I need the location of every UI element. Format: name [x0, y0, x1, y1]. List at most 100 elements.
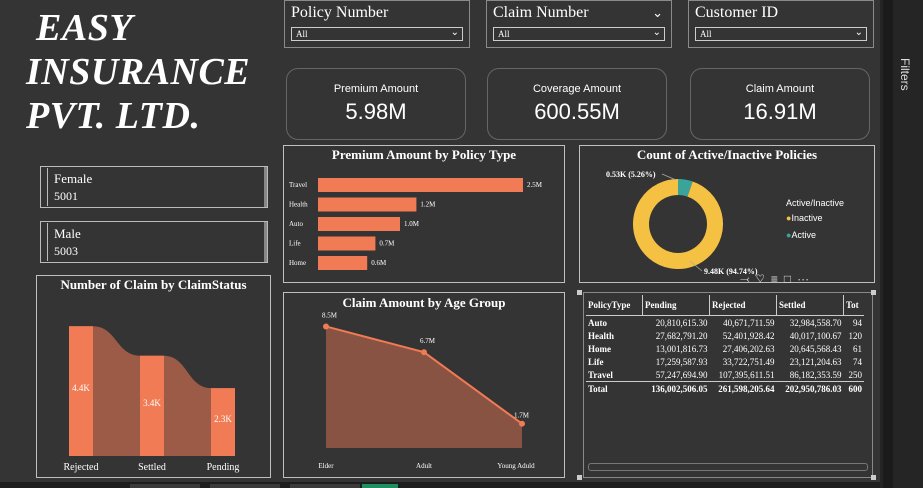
column-header[interactable]: Pending	[642, 295, 710, 316]
row-header-cell: Life	[588, 356, 604, 367]
claim-by-age-chart[interactable]: Claim Amount by Age Group 8.5M Elder 6.7M A…	[283, 292, 565, 478]
more-options-icon[interactable]: ⋯	[797, 272, 815, 286]
slicer-label: Customer ID	[695, 4, 779, 21]
row-header-cell: Home	[588, 343, 611, 354]
category-label: Elder	[318, 462, 334, 470]
pin-icon[interactable]: ⤙	[740, 272, 756, 286]
company-title-line2: INSURANCE	[26, 51, 251, 93]
policy-number-slicer[interactable]: Policy Number All ⌄	[284, 0, 470, 48]
kpi-coverage-amount[interactable]: Coverage Amount 600.55M	[487, 68, 667, 140]
legend-item-active[interactable]: ●Active	[786, 230, 816, 240]
chart-title: Claim Amount by Age Group	[342, 295, 506, 310]
visual-header-toolbar[interactable]: ⤙♡≡□⋯	[740, 272, 815, 287]
chevron-down-icon: ⌄	[450, 27, 459, 38]
table-total-row[interactable]: Total 136,002,506.05 261,598,205.64 202,950…	[586, 381, 864, 395]
page-tab[interactable]	[130, 484, 200, 488]
data-label: 3.4K	[143, 398, 161, 408]
policy-number-dropdown[interactable]: All ⌄	[291, 27, 463, 41]
page-tab-active[interactable]	[362, 484, 398, 488]
resize-handle[interactable]	[871, 475, 876, 480]
dropdown-value: All	[498, 29, 510, 39]
pane-divider	[883, 0, 893, 488]
row-header-cell: Health	[588, 330, 614, 341]
table-header-row: PolicyType Pending Rejected Settled Tot	[586, 295, 864, 316]
data-label: 1.0M	[404, 220, 420, 228]
female-card[interactable]: Female 5001	[40, 166, 268, 208]
claim-status-chart[interactable]: Number of Claim by ClaimStatus 4.4K Rejec…	[36, 275, 271, 478]
policy-claim-matrix[interactable]: PolicyType Pending Rejected Settled Tot …	[583, 292, 873, 478]
table-cell: 107,395,611.51	[718, 369, 775, 380]
premium-bar-chart: Travel 2.5M Health 1.2M Auto 1.0M Life 0.7M Home…	[289, 178, 543, 270]
bar-home	[318, 256, 368, 270]
table-cell: 600	[843, 381, 864, 395]
table-cell: 120	[848, 330, 863, 341]
active-inactive-chart[interactable]: Count of Active/Inactive Policies 0.53K …	[579, 145, 875, 283]
chevron-down-icon: ⌄	[652, 27, 661, 38]
filter-icon[interactable]: ≡	[771, 272, 784, 286]
card-scrollbar[interactable]	[264, 167, 267, 207]
card-scrollbar[interactable]	[264, 222, 267, 262]
legend-title: Active/Inactive	[786, 198, 845, 208]
resize-handle[interactable]	[577, 290, 582, 295]
data-label: 8.5M	[322, 311, 338, 319]
company-title: EASY INSURANCE PVT. LTD.	[26, 6, 250, 138]
table-row[interactable]: Travel 57,247,694.90 107,395,611.51 86,182,…	[586, 368, 864, 382]
table-cell: 40,671,711.59	[723, 317, 775, 328]
age-point-2	[519, 420, 525, 427]
premium-by-policy-chart[interactable]: Premium Amount by Policy Type Travel 2.5M…	[283, 145, 565, 283]
page-tab[interactable]	[290, 484, 360, 488]
card-inner: Female 5001	[47, 168, 267, 206]
focus-mode-icon[interactable]: □	[784, 272, 797, 286]
table-cell: 40,017,100.67	[789, 330, 842, 341]
category-label: Home	[289, 259, 306, 267]
bar-health	[318, 197, 417, 212]
kpi-claim-amount[interactable]: Claim Amount 16.91M	[690, 68, 870, 140]
company-title-line3: PVT. LTD.	[26, 95, 201, 137]
data-label: 1.7M	[514, 412, 530, 420]
customer-id-dropdown[interactable]: All ⌄	[695, 27, 867, 41]
resize-handle[interactable]	[577, 475, 582, 480]
slicer-label: Policy Number	[291, 4, 389, 21]
column-header[interactable]: Settled	[776, 295, 844, 316]
donut-slice-active	[677, 179, 693, 197]
table-cell: 20,645,568.43	[789, 343, 842, 354]
customer-id-slicer[interactable]: Customer ID All ⌄	[688, 0, 874, 48]
chevron-down-icon: ⌄	[854, 27, 863, 38]
chart-title: Premium Amount by Policy Type	[331, 147, 517, 162]
chart-title: Count of Active/Inactive Policies	[636, 147, 818, 162]
column-header[interactable]: Tot	[844, 295, 865, 316]
table-cell: 13,001,816.73	[655, 343, 708, 354]
claim-number-slicer[interactable]: Claim Number ⌄ All ⌄	[486, 0, 672, 48]
kpi-premium-amount[interactable]: Premium Amount 5.98M	[286, 68, 466, 140]
chevron-down-icon[interactable]: ⌄	[652, 5, 663, 21]
horizontal-scrollbar[interactable]	[588, 463, 868, 471]
table-cell: 52,401,928.42	[722, 330, 775, 341]
data-label: 6.7M	[420, 337, 436, 345]
table-row[interactable]: Auto 20,810,615.30 40,671,711.59 32,984,558…	[586, 316, 864, 330]
table-cell: 94	[853, 317, 862, 328]
filters-pane-tab[interactable]: Filters	[898, 58, 912, 91]
column-header[interactable]: PolicyType	[586, 295, 643, 316]
alert-bell-icon[interactable]: ♡	[756, 272, 771, 286]
column-header[interactable]: Rejected	[709, 295, 777, 316]
male-card[interactable]: Male 5003	[40, 221, 268, 263]
table-row[interactable]: Health 27,682,791.20 52,401,928.42 40,017,1…	[586, 329, 864, 342]
category-label: Young Aduld	[497, 462, 535, 470]
resize-handle[interactable]	[871, 290, 876, 295]
row-header-cell: Travel	[588, 369, 613, 380]
page-tabs-strip	[0, 482, 880, 488]
table-cell: 33,722,751.49	[722, 356, 775, 367]
table-row[interactable]: Life 17,259,587.93 33,722,751.49 23,121,204…	[586, 355, 864, 368]
table-cell: 27,406,202.63	[722, 343, 775, 354]
table-row[interactable]: Home 13,001,816.73 27,406,202.63 20,645,568…	[586, 342, 864, 355]
legend-item-inactive[interactable]: ●Inactive	[786, 213, 822, 223]
data-label-active: 0.53K (5.26%)	[606, 170, 656, 179]
matrix-table: PolicyType Pending Rejected Settled Tot …	[586, 295, 864, 395]
slicer-label: Claim Number	[493, 4, 589, 21]
card-value: 5001	[54, 189, 78, 203]
page-tab[interactable]	[210, 484, 280, 488]
card-label: Female	[54, 171, 93, 186]
claim-number-dropdown[interactable]: All ⌄	[493, 27, 665, 41]
claim-status-ribbon: 4.4K Rejected 3.4K Settled 2.3K Pending	[64, 326, 239, 473]
card-value: 5003	[54, 244, 78, 258]
